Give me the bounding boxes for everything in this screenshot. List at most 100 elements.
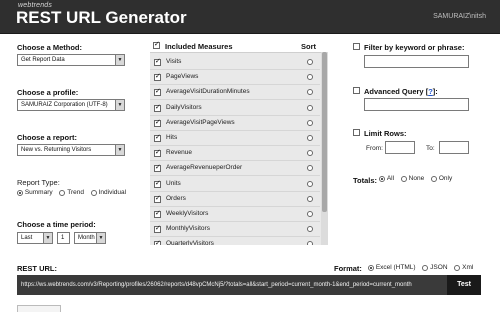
limit-rows-checkbox[interactable] [353, 129, 360, 136]
user-name[interactable]: SAMURAIZ\nitsh [433, 13, 486, 20]
measure-checkbox[interactable] [154, 118, 161, 127]
measure-label: AverageVisitPageViews [166, 118, 235, 126]
sort-label: Sort [301, 42, 316, 51]
measure-label: Visits [166, 58, 182, 65]
chevron-down-icon: ▼ [115, 145, 124, 155]
measure-row[interactable]: Units [150, 177, 320, 192]
measure-row[interactable]: DailyVisitors [150, 101, 320, 116]
measure-row[interactable]: WeeklyVisitors [150, 207, 320, 222]
time-unit-value: Month [78, 235, 95, 241]
advanced-query-checkbox[interactable] [353, 87, 360, 94]
measure-checkbox[interactable] [154, 239, 161, 245]
report-type-radio-trend[interactable] [59, 189, 66, 196]
report-select[interactable]: New vs. Returning Visitors ▼ [17, 144, 125, 156]
measures-scrollbar[interactable] [321, 52, 328, 245]
to-label: To: [426, 145, 435, 152]
measure-checkbox[interactable] [154, 224, 161, 234]
measure-label: Revenue [166, 149, 193, 157]
sort-radio[interactable] [307, 226, 313, 233]
report-type-radio-individual[interactable] [90, 189, 97, 196]
time-amount-value: 1 [61, 235, 65, 241]
advanced-query-input[interactable] [364, 98, 469, 111]
measure-row[interactable]: AverageVisitDurationMinutes [150, 85, 320, 101]
report-type-group: Summary Trend Individual [17, 189, 131, 196]
rest-url-output[interactable]: https://ws.webtrends.com/v3/Reporting/pr… [17, 275, 447, 295]
profile-select[interactable]: SAMURAIZ Corporation (UTF-8) ▼ [17, 99, 125, 111]
format-radio-json[interactable] [422, 264, 429, 271]
filter-checkbox[interactable] [353, 43, 360, 50]
report-label: Choose a report: [17, 133, 78, 142]
measure-label: DailyVisitors [166, 103, 202, 111]
measure-row[interactable]: AverageVisitPageViews [150, 116, 320, 131]
sort-radio[interactable] [307, 104, 313, 111]
measure-label: Hits [166, 134, 178, 141]
rest-url-label: REST URL: [17, 264, 57, 273]
format-label: Format: [334, 264, 362, 273]
measure-row[interactable]: Visits [150, 55, 320, 70]
sort-radio[interactable] [307, 211, 313, 217]
advanced-query-label: Advanced Query [?]: [364, 87, 438, 96]
from-input[interactable] [385, 141, 415, 154]
measure-row[interactable]: PageViews [150, 70, 320, 86]
totals-option-label: All [386, 175, 395, 182]
scrollbar-thumb[interactable] [322, 52, 327, 212]
limit-rows-label: Limit Rows: [364, 129, 407, 138]
sort-radio[interactable] [307, 150, 313, 157]
measure-label: AverageRevenueperOrder [166, 164, 243, 172]
measure-checkbox[interactable] [154, 57, 161, 66]
measure-row[interactable]: Orders [150, 192, 320, 207]
measure-row[interactable]: Hits [150, 131, 320, 146]
sort-radio[interactable] [307, 180, 313, 187]
report-type-label: Report Type: [17, 178, 60, 187]
measure-row[interactable]: MonthlyVisitors [150, 222, 320, 238]
measure-checkbox[interactable] [154, 194, 161, 203]
measure-checkbox[interactable] [154, 163, 161, 173]
measure-checkbox[interactable] [154, 72, 161, 82]
sort-radio[interactable] [307, 195, 313, 202]
sort-radio[interactable] [307, 241, 313, 245]
measure-checkbox[interactable] [154, 209, 161, 218]
measure-label: Units [166, 179, 181, 187]
report-type-option-label: Trend [67, 189, 84, 196]
time-amount-input[interactable]: 1 [57, 232, 70, 244]
measure-checkbox[interactable] [154, 87, 161, 97]
measure-checkbox[interactable] [154, 133, 161, 142]
chevron-down-icon: ▼ [115, 55, 124, 65]
bottom-button-stub[interactable] [17, 305, 61, 312]
measure-label: MonthlyVisitors [166, 225, 210, 233]
measure-checkbox[interactable] [154, 179, 161, 188]
time-relative-select[interactable]: Last ▼ [17, 232, 53, 244]
totals-radio-none[interactable] [400, 175, 407, 182]
totals-radio-all[interactable] [379, 175, 385, 182]
totals-radio-only[interactable] [431, 175, 438, 182]
report-type-option-label: Individual [98, 189, 127, 196]
sort-radio[interactable] [307, 135, 313, 141]
measure-checkbox[interactable] [154, 103, 161, 112]
sort-radio[interactable] [307, 119, 313, 126]
report-type-radio-summary[interactable] [17, 189, 23, 196]
advanced-query-label-end: ]: [432, 87, 438, 96]
profile-label: Choose a profile: [17, 88, 79, 97]
method-select[interactable]: Get Report Data ▼ [17, 54, 125, 66]
format-radio-xml[interactable] [454, 264, 461, 271]
sort-radio[interactable] [307, 59, 313, 65]
select-all-measures-checkbox[interactable] [153, 40, 160, 49]
sort-radio[interactable] [307, 165, 313, 172]
measure-row[interactable]: QuarterlyVisitors [150, 237, 320, 245]
measure-label: Orders [166, 194, 186, 202]
format-option-label: Excel (HTML) [375, 264, 416, 271]
report-value: New vs. Returning Visitors [21, 147, 92, 153]
measures-list[interactable]: Visits PageViews AverageVisitDurationMinut… [150, 52, 328, 245]
measure-row[interactable]: AverageRevenueperOrder [150, 161, 320, 177]
time-unit-select[interactable]: Month ▼ [74, 232, 106, 244]
format-radio-excel[interactable] [368, 264, 374, 271]
test-button[interactable]: Test [447, 275, 481, 295]
sort-radio[interactable] [307, 89, 313, 96]
measure-row[interactable]: Revenue [150, 146, 320, 162]
measure-label: WeeklyVisitors [166, 210, 209, 217]
measure-label: AverageVisitDurationMinutes [166, 88, 250, 96]
measure-checkbox[interactable] [154, 148, 161, 158]
to-input[interactable] [439, 141, 469, 154]
filter-input[interactable] [364, 55, 469, 68]
sort-radio[interactable] [307, 74, 313, 81]
